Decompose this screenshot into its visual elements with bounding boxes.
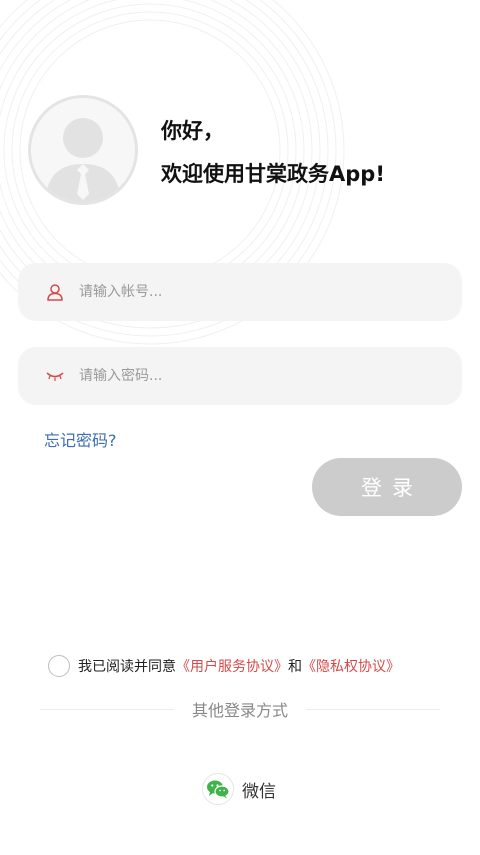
username-field[interactable]: [18, 263, 462, 321]
agreement-prefix: 我已阅读并同意: [78, 659, 176, 675]
user-icon: [43, 280, 67, 304]
welcome-text: 欢迎使用甘棠政务App!: [161, 162, 385, 186]
forgot-password-link[interactable]: 忘记密码?: [44, 427, 117, 451]
greeting-text: 你好，: [161, 119, 224, 143]
password-field[interactable]: [18, 347, 462, 405]
agreement-conjunction: 和: [288, 659, 302, 675]
user-agreement-link[interactable]: 《用户服务协议》: [176, 656, 288, 676]
agreement-checkbox[interactable]: [48, 655, 70, 677]
avatar: [28, 95, 138, 205]
other-login-title: 其他登录方式: [192, 701, 289, 720]
welcome-header: 你好， 欢迎使用甘棠政务App!: [28, 95, 458, 210]
wechat-icon[interactable]: [202, 773, 234, 805]
avatar-placeholder-icon: [45, 118, 121, 202]
login-button[interactable]: 登录: [312, 458, 462, 516]
divider-line-right: [306, 708, 441, 710]
username-input[interactable]: [79, 277, 419, 307]
agreement-row: 我已阅读并同意 《用户服务协议》 和 《隐私权协议》: [48, 654, 400, 678]
password-input[interactable]: [79, 361, 419, 391]
eye-closed-icon[interactable]: [43, 364, 67, 388]
divider-line-left: [40, 708, 174, 710]
wechat-label[interactable]: 微信: [242, 777, 276, 802]
privacy-policy-link[interactable]: 《隐私权协议》: [302, 656, 400, 676]
wechat-login-button[interactable]: 微信: [202, 772, 276, 806]
other-login-divider: 其他登录方式: [40, 697, 441, 721]
